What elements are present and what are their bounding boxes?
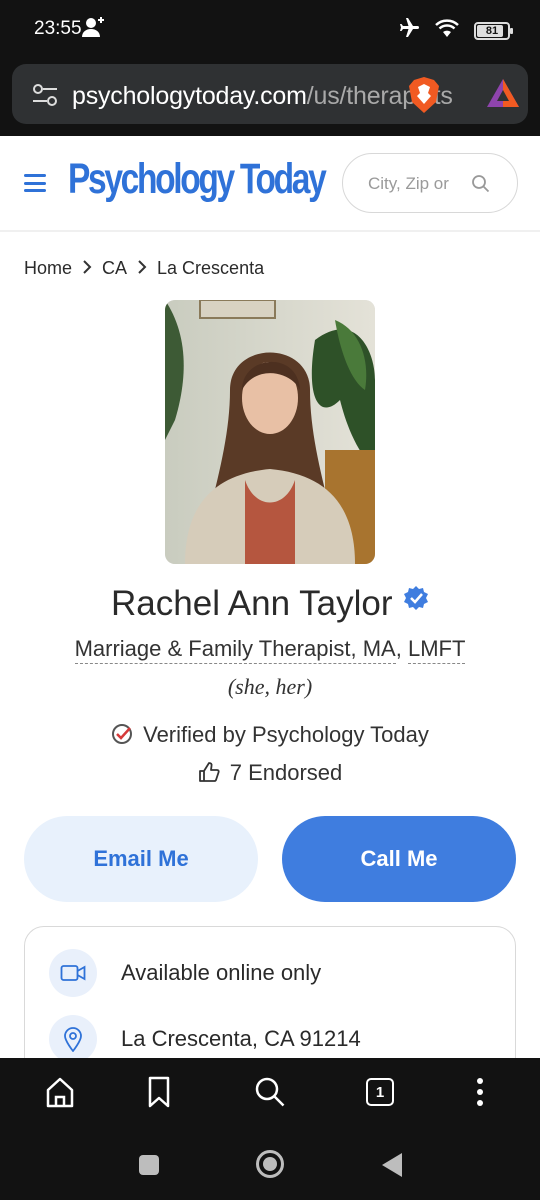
person-add-icon (82, 16, 106, 43)
battery-icon: 81 (474, 21, 513, 40)
endorsed-text[interactable]: 7 Endorsed (230, 760, 343, 785)
system-nav-bar (0, 1130, 540, 1200)
home-icon[interactable] (45, 1076, 75, 1113)
location-text[interactable]: La Crescenta, CA 91214 (121, 1026, 361, 1052)
verified-badge-icon (403, 585, 429, 616)
call-me-button[interactable]: Call Me (282, 816, 516, 902)
site-header: Psychology Today City, Zip or (0, 136, 540, 232)
title-license[interactable]: LMFT (407, 636, 466, 664)
wifi-icon (434, 17, 460, 44)
status-bar: 23:55 81 (0, 0, 540, 56)
info-card: Available online only La Crescenta, CA 9… (24, 926, 516, 1058)
recents-icon[interactable] (138, 1154, 160, 1181)
video-camera-icon (49, 949, 97, 997)
endorsed-line: 7 Endorsed (0, 760, 540, 789)
tune-icon[interactable] (32, 83, 58, 112)
verified-check-icon (111, 723, 133, 751)
search-placeholder: City, Zip or (368, 174, 449, 193)
site-logo[interactable]: Psychology Today (68, 155, 327, 204)
pronouns: (she, her) (227, 674, 313, 699)
location-row: La Crescenta, CA 91214 (49, 1015, 361, 1058)
profile-photo (165, 300, 375, 564)
breadcrumb-state[interactable]: CA (102, 258, 127, 279)
brave-rewards-icon[interactable] (486, 78, 520, 113)
therapist-name-row: Rachel Ann Taylor (0, 584, 540, 624)
search-icon[interactable] (471, 174, 491, 199)
status-icons: 81 (396, 16, 513, 45)
chevron-right-icon (137, 258, 147, 279)
status-time: 23:55 (34, 18, 82, 39)
battery-level: 81 (485, 24, 499, 37)
brave-shield-icon[interactable] (406, 76, 442, 119)
home-nav-icon[interactable] (255, 1149, 285, 1184)
therapist-name: Rachel Ann Taylor (111, 584, 393, 623)
title-separator: , (395, 636, 408, 661)
hamburger-menu-icon[interactable] (24, 174, 46, 192)
back-icon[interactable] (381, 1152, 403, 1183)
tabs-icon[interactable]: 1 (366, 1078, 394, 1106)
email-me-button[interactable]: Email Me (24, 816, 258, 902)
online-row: Available online only (49, 949, 321, 997)
airplane-icon (396, 16, 420, 45)
breadcrumb-city[interactable]: La Crescenta (157, 258, 264, 279)
breadcrumb-home[interactable]: Home (24, 258, 72, 279)
browser-toolbar: psychologytoday.com/us/therapists (0, 56, 540, 136)
thumbs-up-icon (198, 761, 220, 789)
credentials: Marriage & Family Therapist, MA, LMFT (0, 636, 540, 664)
address-bar[interactable]: psychologytoday.com/us/therapists (12, 64, 528, 124)
location-search-input[interactable]: City, Zip or (342, 153, 518, 213)
web-page: Psychology Today City, Zip or Home CA La… (0, 136, 540, 1058)
breadcrumb: Home CA La Crescenta (24, 258, 264, 279)
search-icon[interactable] (254, 1076, 286, 1113)
verified-text: Verified by Psychology Today (143, 722, 429, 747)
url-text[interactable]: psychologytoday.com/us/therapists (72, 82, 453, 111)
location-pin-icon (49, 1015, 97, 1058)
menu-dots-icon[interactable] (476, 1076, 484, 1113)
tab-count: 1 (366, 1078, 394, 1106)
title-main[interactable]: Marriage & Family Therapist, MA (74, 636, 396, 664)
url-domain: psychologytoday.com (72, 82, 307, 110)
verified-line: Verified by Psychology Today (0, 722, 540, 751)
online-text: Available online only (121, 960, 322, 985)
browser-bottom-bar: 1 (0, 1058, 540, 1130)
bookmark-icon[interactable] (148, 1076, 170, 1113)
chevron-right-icon (82, 258, 92, 279)
